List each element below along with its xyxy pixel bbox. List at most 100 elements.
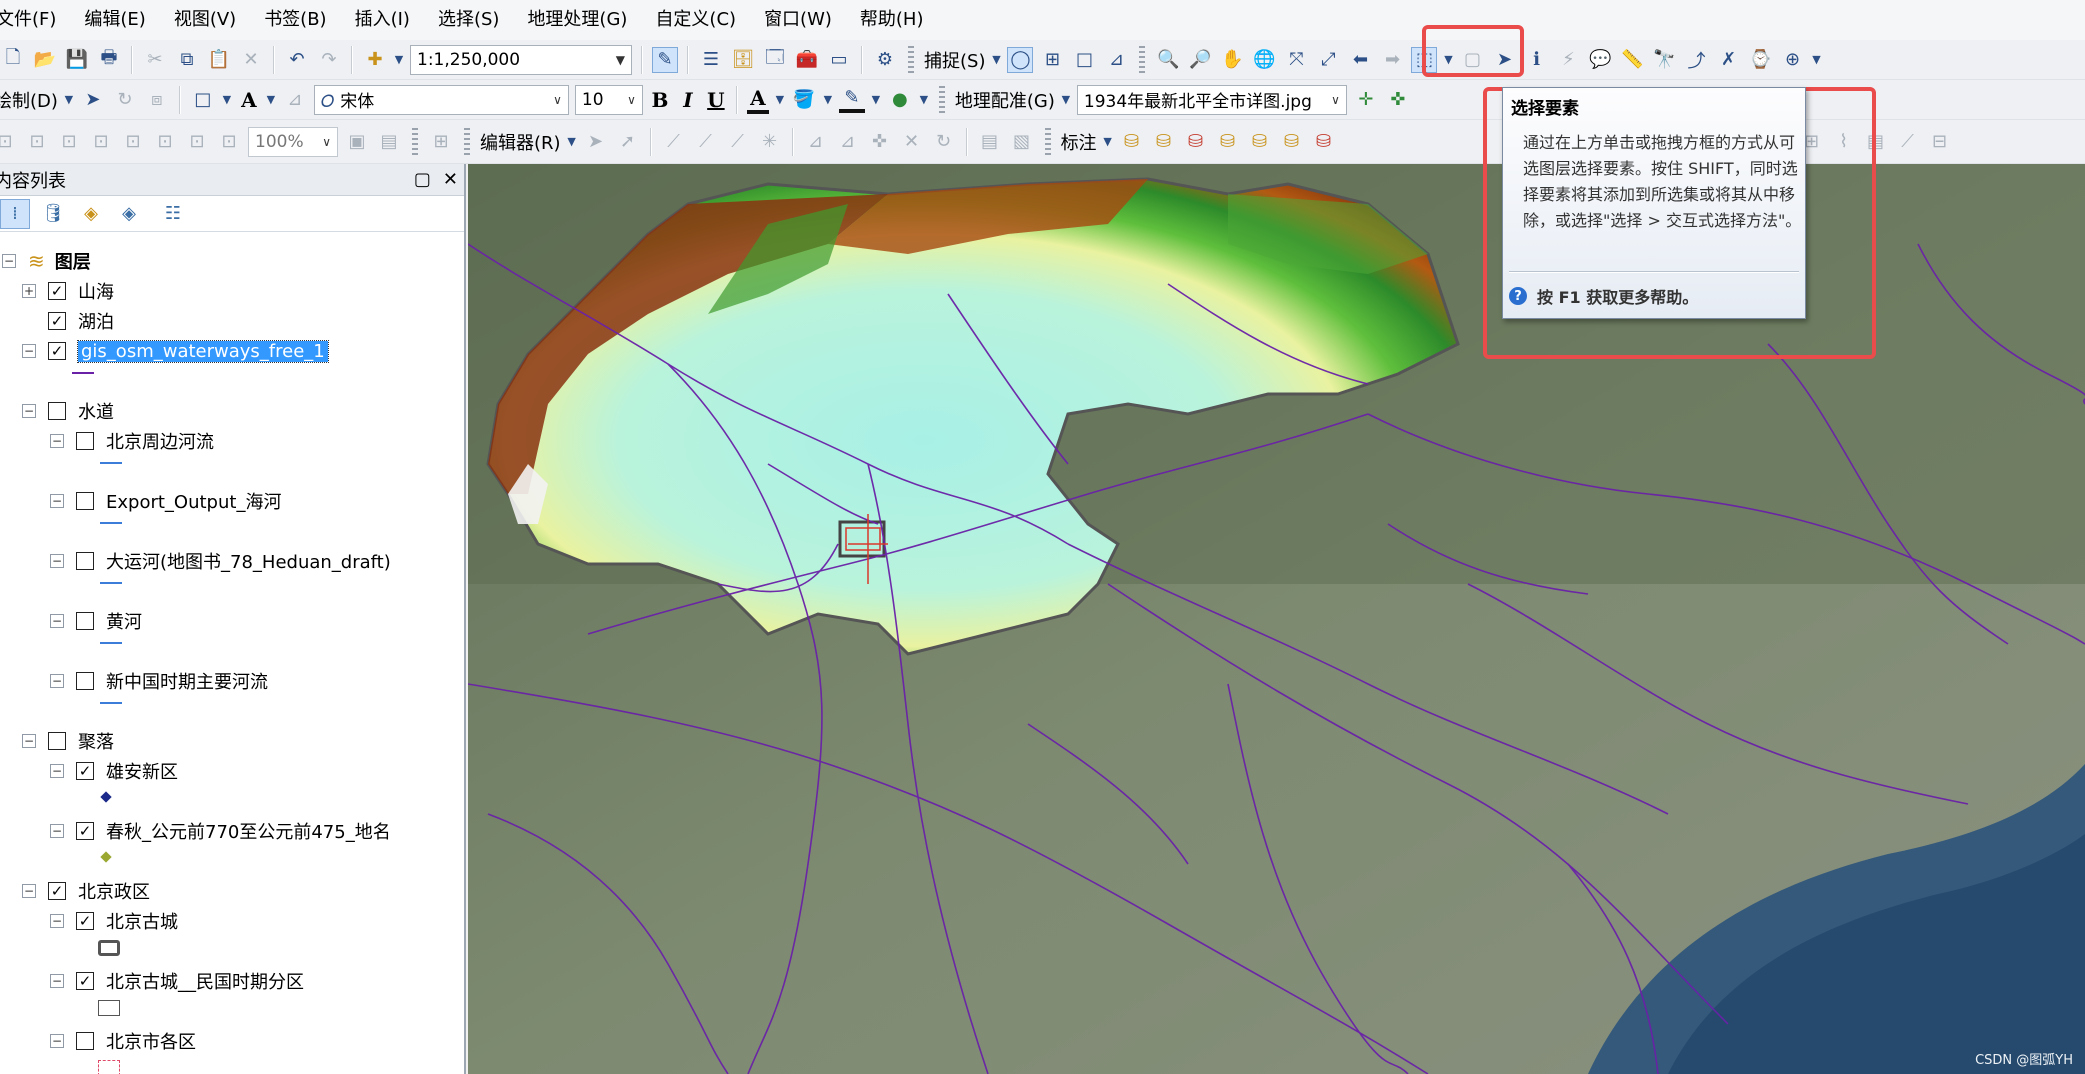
georeferencing-menu[interactable]: 地理配准(G) [955, 87, 1055, 113]
visibility-checkbox[interactable] [76, 1032, 94, 1050]
collapse-icon[interactable]: − [50, 434, 64, 448]
editor-menu[interactable]: 编辑器(R) [480, 129, 561, 155]
tree-row-group[interactable]: − 水道 [22, 396, 114, 426]
visibility-checkbox[interactable] [76, 672, 94, 690]
collapse-icon[interactable]: − [2, 254, 16, 268]
visibility-checkbox[interactable] [76, 552, 94, 570]
extra-tool-icon[interactable]: ⟋ [1895, 129, 1921, 155]
tree-row-group[interactable]: − 聚落 [22, 726, 114, 756]
edit-annotation-icon[interactable]: ➚ [615, 129, 641, 155]
search-window-icon[interactable]: 🗔 [762, 47, 788, 73]
lock-labels-icon[interactable]: ⛁ [1215, 129, 1241, 155]
visibility-checkbox[interactable] [76, 432, 94, 450]
layout-zoom-combo[interactable]: 100% ∨ [248, 126, 338, 157]
label-priority-icon[interactable]: ⛁ [1151, 129, 1177, 155]
zoom-whole-page-icon[interactable]: ⊡ [0, 129, 18, 155]
find-icon[interactable]: 🔭 [1651, 47, 1677, 73]
point-icon[interactable]: ✳ [757, 129, 783, 155]
tree-row-layer[interactable]: − 黄河 [50, 606, 142, 636]
tree-row-layer[interactable]: − 北京市各区 [50, 1026, 196, 1056]
tree-row-layer[interactable]: − ✓ 北京古城__民国时期分区 [50, 966, 304, 996]
fill-color-dropdown-icon[interactable]: ▼ [823, 87, 833, 113]
model-builder-icon[interactable]: ⚙ [872, 47, 898, 73]
edit-vertices-tool-icon[interactable]: ⊿ [803, 129, 829, 155]
tree-row-layer[interactable]: − ✓ 北京古城 [50, 906, 178, 936]
font-size-combo[interactable]: 10 ∨ [574, 84, 643, 115]
collapse-icon[interactable]: − [50, 824, 64, 838]
collapse-icon[interactable]: − [22, 884, 36, 898]
maximize-icon[interactable]: ▢ [414, 169, 431, 190]
visibility-checkbox[interactable]: ✓ [76, 972, 94, 990]
print-icon[interactable]: 🖶 [96, 47, 122, 73]
menu-geoprocessing[interactable]: 地理处理(G) [513, 0, 641, 40]
fixed-zoom-out-icon[interactable]: ⤢ [1315, 47, 1341, 73]
new-document-icon[interactable]: 🗋 [0, 47, 26, 73]
line-color-icon[interactable]: ✎ [838, 87, 865, 113]
draw-menu[interactable]: 绘制(D) [0, 87, 58, 113]
find-route-icon[interactable]: ⤴ [1683, 47, 1709, 73]
label-weight-icon[interactable]: ⛁ [1183, 129, 1209, 155]
collapse-icon[interactable]: − [50, 554, 64, 568]
save-icon[interactable]: 💾 [64, 47, 90, 73]
rectangle-icon[interactable]: □ [190, 87, 216, 113]
tree-row-layer[interactable]: − Export_Output_海河 [50, 486, 281, 516]
toggle-draft-mode-icon[interactable]: ▣ [344, 129, 370, 155]
collapse-icon[interactable]: − [50, 764, 64, 778]
full-extent-icon[interactable]: 🌐 [1251, 47, 1277, 73]
viewer-dropdown-icon[interactable]: ▼ [1811, 47, 1821, 73]
font-color-dropdown-icon[interactable]: ▼ [775, 87, 785, 113]
collapse-icon[interactable]: − [22, 404, 36, 418]
zoom-out-icon[interactable]: 🔎 [1187, 47, 1213, 73]
cut-polygons-icon[interactable]: ✜ [867, 129, 893, 155]
visibility-checkbox[interactable]: ✓ [76, 822, 94, 840]
menu-windows[interactable]: 窗口(W) [750, 0, 846, 40]
tree-row-layer[interactable]: − ✓ 春秋_公元前770至公元前475_地名 [50, 816, 391, 846]
rotate-tool-icon[interactable]: ↻ [931, 129, 957, 155]
toc-options-icon[interactable]: ☷ [158, 199, 188, 229]
forward-extent-icon[interactable]: ➡ [1379, 47, 1405, 73]
tree-row-layer[interactable]: ✓ 湖泊 [48, 306, 114, 336]
collapse-icon[interactable]: − [50, 674, 64, 688]
italic-button[interactable]: I [677, 88, 699, 112]
add-data-dropdown-icon[interactable]: ▼ [394, 47, 404, 73]
catalog-icon[interactable]: 🗄 [730, 47, 756, 73]
point-snapping-icon[interactable]: ◯ [1007, 46, 1034, 73]
remove-labels-icon[interactable]: ⛁ [1311, 129, 1337, 155]
map-scale-combo[interactable]: 1:1,250,000 ▼ [410, 44, 632, 75]
edit-tool-icon[interactable]: ➤ [583, 129, 609, 155]
label-manager-icon[interactable]: ⛁ [1119, 129, 1145, 155]
menu-selection[interactable]: 选择(S) [424, 0, 513, 40]
collapse-icon[interactable]: − [22, 344, 36, 358]
visibility-checkbox[interactable] [76, 612, 94, 630]
go-to-xy-icon[interactable]: ✗ [1715, 47, 1741, 73]
editor-dropdown-icon[interactable]: ▼ [567, 129, 577, 155]
arctoolbox-icon[interactable]: 🧰 [794, 47, 820, 73]
font-name-combo[interactable]: 𝑂 宋体 ∨ [313, 84, 569, 115]
pan-icon[interactable]: ✋ [1219, 47, 1245, 73]
tree-row-layer[interactable]: − 大运河(地图书_78_Heduan_draft) [50, 546, 391, 576]
underline-button[interactable]: U [705, 88, 727, 112]
close-icon[interactable]: ✕ [443, 169, 458, 190]
layout-zoom-out-icon[interactable]: ⊡ [56, 129, 82, 155]
labeling-dropdown-icon[interactable]: ▼ [1103, 129, 1113, 155]
fixed-zoom-in-icon[interactable]: ⤧ [1283, 47, 1309, 73]
python-window-icon[interactable]: ▭ [826, 47, 852, 73]
collapse-icon[interactable]: − [50, 494, 64, 508]
split-icon[interactable]: ✕ [899, 129, 925, 155]
collapse-icon[interactable]: − [50, 1034, 64, 1048]
redo-icon[interactable]: ↷ [316, 47, 342, 73]
layout-go-back-icon[interactable]: ⊡ [152, 129, 178, 155]
end-point-arc-icon[interactable]: ⟋ [693, 129, 719, 155]
collapse-icon[interactable]: − [22, 734, 36, 748]
tree-row-layer[interactable]: − ✓ 雄安新区 [50, 756, 178, 786]
undo-icon[interactable]: ↶ [284, 47, 310, 73]
zoom-in-icon[interactable]: 🔍 [1155, 47, 1181, 73]
edge-snapping-icon[interactable]: ⊿ [1103, 47, 1129, 73]
back-extent-icon[interactable]: ⬅ [1347, 47, 1373, 73]
tree-row-layer[interactable]: − 新中国时期主要河流 [50, 666, 268, 696]
menu-insert[interactable]: 插入(I) [341, 0, 424, 40]
layout-go-forward-icon[interactable]: ⊡ [184, 129, 210, 155]
view-unplaced-labels-icon[interactable]: ⛁ [1279, 129, 1305, 155]
change-layout-icon[interactable]: ⊞ [428, 129, 454, 155]
time-slider-icon[interactable]: ⌚ [1747, 47, 1773, 73]
